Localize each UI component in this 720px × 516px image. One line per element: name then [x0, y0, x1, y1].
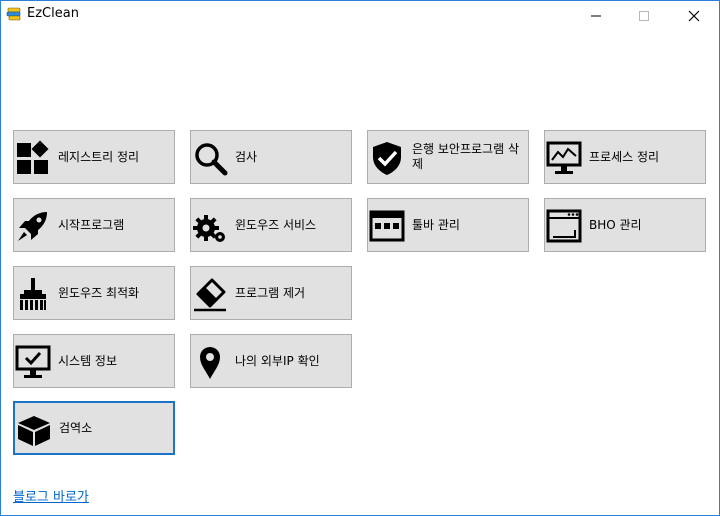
monitor-check-icon — [15, 345, 51, 378]
bank-security-remove-button[interactable]: 은행 보안프로그램 삭제 — [367, 130, 529, 184]
app-window: EzClean 레지스트리 정리 검사 은행 보안프로그램 삭제 프로세스 정리… — [0, 0, 720, 516]
windows-services-button[interactable]: 윈도우즈 서비스 — [190, 198, 352, 252]
window-title: EzClean — [27, 6, 79, 21]
system-info-button[interactable]: 시스템 정보 — [13, 334, 175, 388]
bho-manage-button[interactable]: BHO 관리 — [544, 198, 706, 252]
tile-label: 프로세스 정리 — [589, 149, 660, 164]
monitor-chart-icon — [546, 141, 582, 174]
eraser-icon — [194, 278, 226, 312]
scan-button[interactable]: 검사 — [190, 130, 352, 184]
tile-label: 검역소 — [59, 420, 93, 435]
external-ip-check-button[interactable]: 나의 외부IP 확인 — [190, 334, 352, 388]
tile-label: 시스템 정보 — [58, 353, 118, 368]
maximize-icon — [639, 11, 649, 21]
map-pin-icon — [200, 347, 220, 379]
blog-link[interactable]: 블로그 바로가 — [13, 486, 89, 505]
tile-label: 툴바 관리 — [412, 217, 460, 232]
tile-label: 프로그램 제거 — [235, 285, 306, 300]
tile-label: 시작프로그램 — [58, 217, 125, 232]
tile-label: 검사 — [235, 149, 258, 164]
rocket-icon — [18, 212, 47, 241]
shield-check-icon — [373, 142, 401, 175]
tile-label: 윈도우즈 최적화 — [58, 285, 140, 300]
process-clean-button[interactable]: 프로세스 정리 — [544, 130, 706, 184]
maximize-button[interactable] — [621, 1, 667, 31]
toolbar-manage-button[interactable]: 툴바 관리 — [367, 198, 529, 252]
tile-label: 나의 외부IP 확인 — [235, 353, 320, 368]
browser-window-icon — [546, 209, 582, 243]
registry-clean-button[interactable]: 레지스트리 정리 — [13, 130, 175, 184]
search-icon — [195, 143, 228, 176]
tile-label: BHO 관리 — [589, 217, 642, 232]
tile-label: 은행 보안프로그램 삭제 — [412, 142, 519, 171]
minimize-icon — [591, 15, 601, 17]
ezclean-logo-icon — [6, 7, 21, 21]
tile-label: 레지스트리 정리 — [58, 149, 140, 164]
box-icon — [18, 416, 50, 446]
close-icon — [688, 10, 700, 22]
minimize-button[interactable] — [573, 1, 619, 31]
grid-icon — [17, 140, 49, 174]
quarantine-button[interactable]: 검역소 — [13, 401, 175, 455]
title-bar: EzClean — [1, 1, 719, 31]
toolbar-icon — [369, 210, 405, 242]
tile-label: 윈도우즈 서비스 — [235, 217, 317, 232]
broom-icon — [20, 278, 46, 310]
startup-programs-button[interactable]: 시작프로그램 — [13, 198, 175, 252]
close-button[interactable] — [671, 1, 717, 31]
windows-optimize-button[interactable]: 윈도우즈 최적화 — [13, 266, 175, 320]
uninstall-program-button[interactable]: 프로그램 제거 — [190, 266, 352, 320]
gears-icon — [193, 215, 225, 242]
